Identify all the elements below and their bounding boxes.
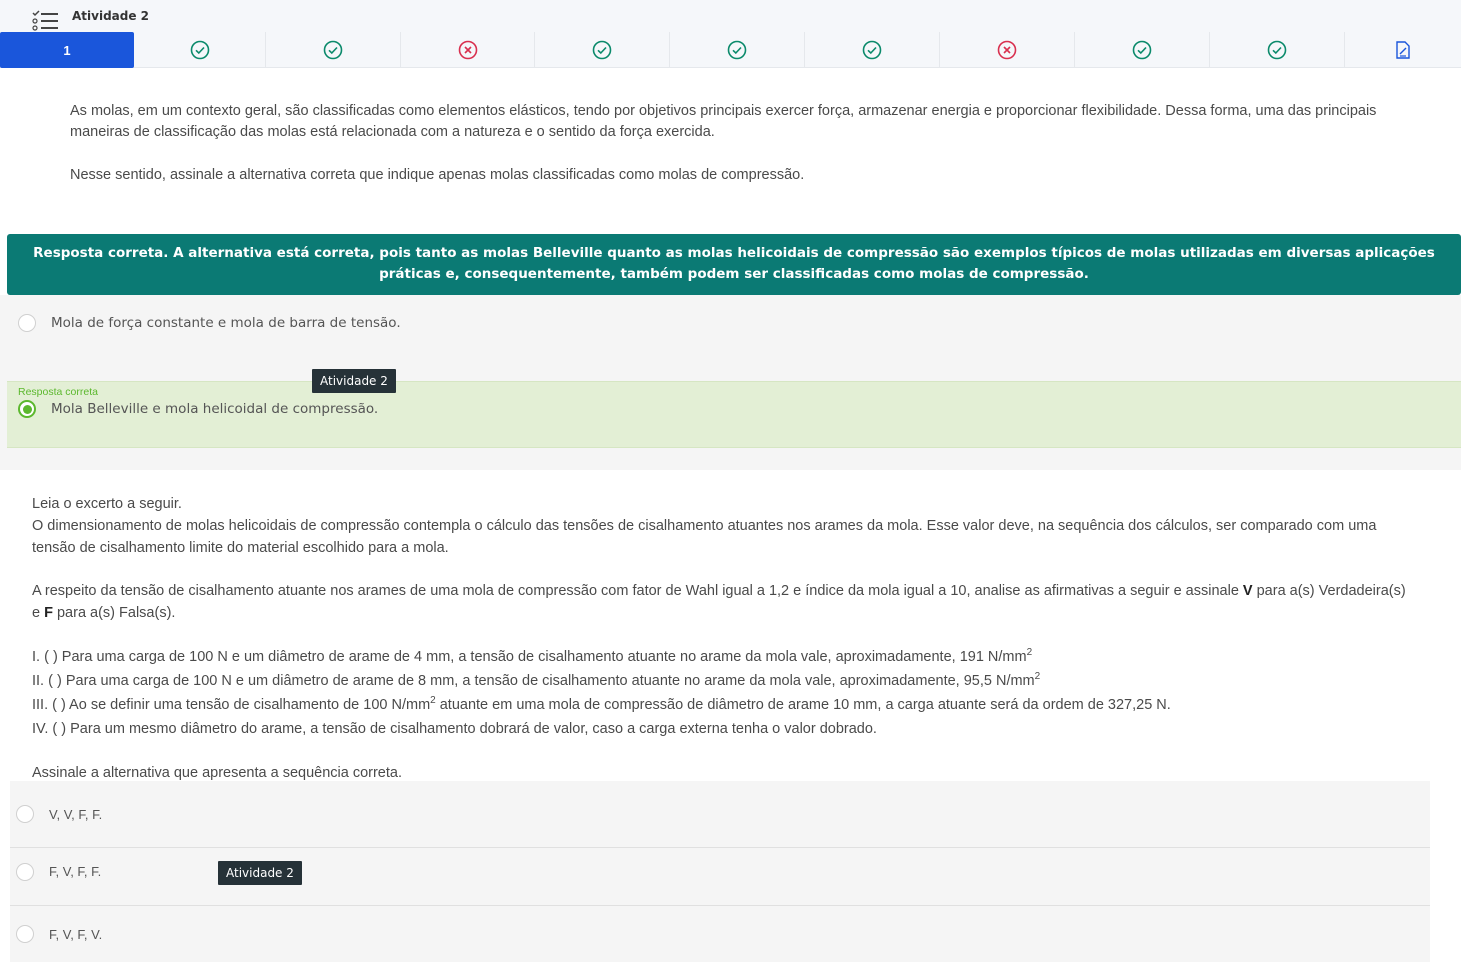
question-1-paragraph: As molas, em um contexto geral, são clas… [70, 103, 1377, 140]
check-circle-icon [190, 40, 209, 60]
quiz-page: Atividade 2 1 As molas, em um contexto g… [0, 0, 1461, 962]
question-2-excerpt: O dimensionamento de molas helicoidais d… [32, 518, 1377, 556]
option-c[interactable]: F, V, F, V. [10, 906, 1430, 962]
prompt-f: F [44, 605, 53, 621]
statement-2: II. ( ) Para uma carga de 100 N e um diâ… [32, 669, 1412, 693]
radio-button[interactable] [18, 314, 36, 332]
statement-3: III. ( ) Ao se definir uma tensão de cis… [32, 693, 1412, 717]
statement-1: I. ( ) Para uma carga de 100 N e um diâm… [32, 645, 1412, 669]
radio-button[interactable] [16, 925, 34, 943]
option-a[interactable]: Mola de força constante e mola de barra … [7, 314, 1461, 332]
document-edit-icon [1396, 41, 1410, 59]
check-circle-icon [1132, 40, 1152, 60]
option-label: F, V, F, V. [49, 926, 103, 942]
x-circle-icon [997, 40, 1017, 60]
prompt-v: V [1242, 583, 1253, 599]
question-nav-item-correct[interactable] [134, 32, 266, 68]
question-nav-item-correct[interactable] [1210, 32, 1345, 68]
correct-answer-label: Resposta correta [18, 386, 98, 398]
page-title: Atividade 2 [72, 9, 150, 23]
check-circle-icon [1267, 40, 1287, 60]
question-nav-item-correct[interactable] [535, 32, 670, 68]
radio-button[interactable] [16, 805, 34, 823]
question-2-text: Leia o excerto a seguir. O dimensionamen… [32, 493, 1412, 784]
statement-text: I. ( ) Para uma carga de 100 N e um diâm… [32, 649, 1027, 665]
option-label: V, V, F, F. [49, 806, 103, 822]
statement-4: IV. ( ) Para um mesmo diâmetro do arame,… [32, 721, 877, 737]
question-nav-item-correct[interactable] [266, 32, 401, 68]
correct-answer-block: Resposta correta Mola Belleville e mola … [7, 381, 1461, 448]
submit-review-button[interactable] [1345, 32, 1461, 68]
question-nav-item-incorrect[interactable] [401, 32, 535, 68]
question-nav-item-incorrect[interactable] [940, 32, 1075, 68]
question-2-options: V, V, F, F. F, V, F, F. F, V, F, V. Ativ… [10, 781, 1430, 962]
question-2-intro: Leia o excerto a seguir. [32, 496, 182, 512]
radio-button-selected[interactable] [18, 400, 36, 418]
prompt-text: para a(s) Falsa(s). [52, 605, 176, 621]
option-label: Mola de força constante e mola de barra … [51, 315, 401, 331]
top-bar: Atividade 2 [0, 0, 1461, 32]
question-2-prompt: A respeito da tensão de cisalhamento atu… [32, 580, 1412, 624]
option-b[interactable]: Mola Belleville e mola helicoidal de com… [7, 400, 1461, 418]
statement-text: atuante em uma mola de compressão de diâ… [435, 697, 1171, 713]
check-circle-icon [323, 40, 343, 60]
statement-text: II. ( ) Para uma carga de 100 N e um diâ… [32, 673, 1035, 689]
question-1-instruction: Nesse sentido, assinale a alternativa co… [70, 167, 805, 183]
option-label: Mola Belleville e mola helicoidal de com… [51, 401, 379, 417]
prompt-text: A respeito da tensão de cisalhamento atu… [32, 583, 1243, 599]
question-1-options: Mola de força constante e mola de barra … [0, 295, 1461, 470]
question-nav-item-correct[interactable] [1075, 32, 1210, 68]
superscript: 2 [1026, 647, 1033, 658]
statement-text: III. ( ) Ao se definir uma tensão de cis… [32, 697, 431, 713]
superscript: 2 [1034, 671, 1041, 682]
x-circle-icon [458, 40, 477, 60]
question-navigator: 1 [0, 32, 1461, 68]
question-nav-item-correct[interactable] [670, 32, 805, 68]
check-circle-icon [592, 40, 612, 60]
answer-feedback-banner: Resposta correta. A alternativa está cor… [7, 234, 1461, 295]
list-menu-icon[interactable] [32, 10, 60, 32]
tooltip: Atividade 2 [218, 861, 302, 885]
question-nav-item-current[interactable]: 1 [0, 32, 134, 68]
radio-button[interactable] [16, 862, 34, 881]
question-nav-item-correct[interactable] [805, 32, 940, 68]
tooltip: Atividade 2 [312, 369, 396, 393]
check-circle-icon [862, 40, 882, 60]
option-label: F, V, F, F. [49, 864, 102, 879]
question-1-text: As molas, em um contexto geral, são clas… [70, 101, 1410, 208]
check-circle-icon [727, 40, 747, 60]
